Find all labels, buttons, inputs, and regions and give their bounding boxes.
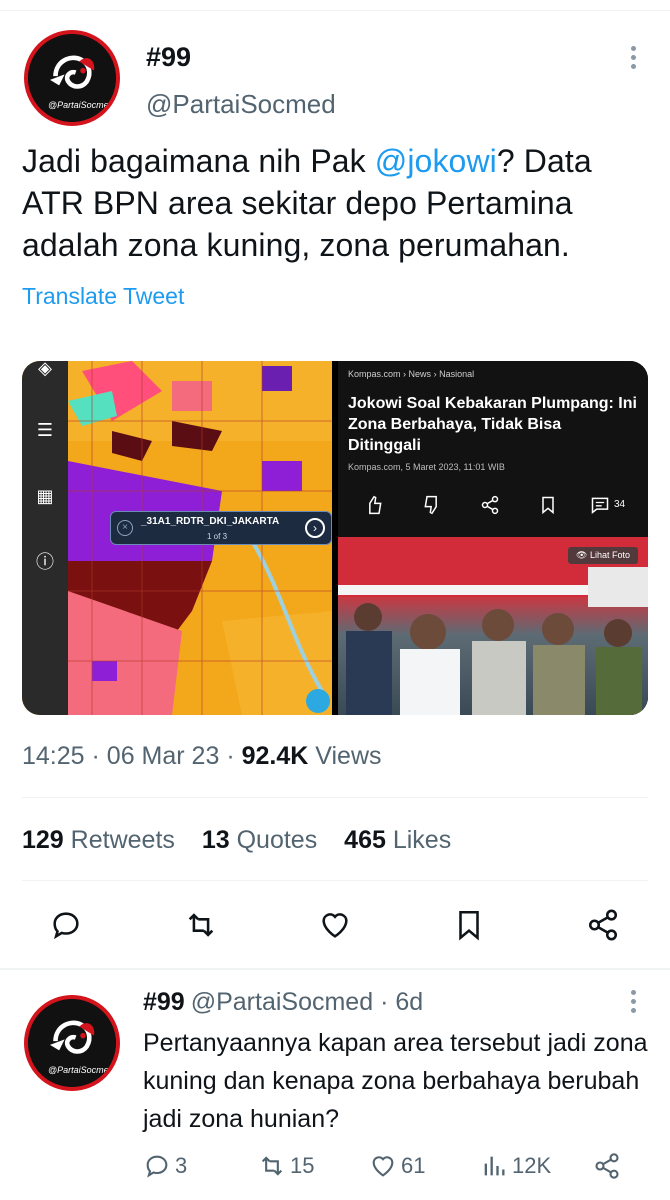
avatar[interactable]: @PartaiSocmed [24,30,120,126]
display-name[interactable]: #99 [146,42,191,73]
divider [22,797,648,798]
reply-reply-button[interactable]: 3 [143,1152,187,1180]
share-icon[interactable] [586,908,620,942]
section-divider [0,968,670,970]
tweet-meta: 14:25 · 06 Mar 23 · 92.4K Views [22,742,382,770]
views-label: Views [315,742,382,770]
comment-count: 34 [614,499,626,510]
username[interactable]: @PartaiSocmed [146,89,336,120]
retweets-label: Retweets [70,826,175,854]
grid-icon[interactable]: ▦ [34,485,56,507]
bookmark-icon[interactable] [538,495,558,515]
retweets-stat[interactable]: 129 Retweets [22,826,175,854]
view-photo-button[interactable]: 👁 Lihat Foto [568,547,638,564]
likes-label: Likes [392,826,452,854]
close-icon[interactable]: × [117,520,133,536]
retweets-count: 129 [22,826,64,854]
likes-count: 465 [344,826,386,854]
breadcrumb-item: Kompas.com [348,369,401,379]
layers-icon[interactable]: ◈ [34,361,56,379]
chevron-right-icon[interactable]: › [305,518,325,538]
map-image[interactable]: ◈ ☰ ▦ ⓘ × _31A1_RDTR_DKI_JAKARTA 1 of 3 … [22,361,332,715]
comment-icon[interactable] [590,495,610,515]
info-icon[interactable]: ⓘ [34,551,56,573]
divider [22,880,648,881]
retweet-count: 15 [290,1153,315,1178]
media-grid: ◈ ☰ ▦ ⓘ × _31A1_RDTR_DKI_JAKARTA 1 of 3 … [22,361,648,715]
quotes-stat[interactable]: 13 Quotes [202,826,317,854]
news-headline: Jokowi Soal Kebakaran Plumpang: Ini Zona… [348,395,637,454]
retweet-icon [261,1156,283,1176]
reply-like-button[interactable]: 61 [369,1152,425,1180]
thumbs-up-icon[interactable] [364,495,384,515]
quotes-count: 13 [201,826,230,854]
news-image[interactable]: Kompas.com › News › Nasional Jokowi Soal… [338,361,648,715]
reply-count: 3 [175,1153,188,1178]
mention-link[interactable]: @jokowi [375,143,497,179]
reply-avatar[interactable]: @PartaiSocmed [24,995,120,1091]
views-count: 92.4K [241,742,309,770]
quotes-label: Quotes [236,826,318,854]
reply-username[interactable]: @PartaiSocmed [191,988,373,1016]
reply-icon[interactable] [49,908,83,942]
reply-text: Pertanyaannya kapan area tersebut jadi z… [143,1029,648,1133]
more-icon[interactable] [626,46,640,74]
news-action-bar: 34 [338,491,648,521]
tweet-text-before: Jadi bagaimana nih Pak [22,143,375,179]
reply-header: #99 @PartaiSocmed · 6d [143,988,423,1017]
news-breadcrumb: Kompas.com › News › Nasional [348,369,475,379]
tweet-action-bar [0,900,670,950]
breadcrumb-item: Nasional [439,369,475,379]
thumbs-down-icon[interactable] [422,495,442,515]
likes-stat[interactable]: 465 Likes [344,826,451,854]
news-date: Kompas.com, 5 Maret 2023, 11:01 WIB [348,462,505,472]
like-count: 61 [401,1153,426,1178]
more-icon[interactable] [626,990,640,1018]
map-popup[interactable]: × _31A1_RDTR_DKI_JAKARTA 1 of 3 › [110,511,332,545]
list-icon[interactable]: ☰ [34,419,56,441]
view-photo-label: Lihat Foto [589,550,630,560]
avatar-caption: @PartaiSocmed [48,1065,114,1075]
map-popup-title: _31A1_RDTR_DKI_JAKARTA [141,516,280,527]
tweet-text: Jadi bagaimana nih Pak @jokowi? Data ATR… [22,140,652,266]
reply-age[interactable]: 6d [395,988,423,1016]
reply-views-button[interactable]: 12K [480,1152,551,1180]
share-icon [595,1153,619,1179]
reply-icon [146,1155,168,1178]
reply-action-bar: 3 15 61 12K [143,1152,663,1186]
map-toolbar: ◈ ☰ ▦ ⓘ [22,361,68,715]
tweet-time[interactable]: 14:25 [22,742,85,770]
reply-retweet-button[interactable]: 15 [258,1152,314,1180]
retweet-icon[interactable] [184,908,218,942]
top-divider [0,10,670,11]
news-photo: 👁 Lihat Foto [338,537,648,715]
like-icon[interactable] [318,908,352,942]
tweet-date[interactable]: 06 Mar 23 [107,742,220,770]
breadcrumb-item: News [408,369,432,379]
share-icon[interactable] [480,495,500,515]
bookmark-icon[interactable] [452,908,486,942]
engagement-stats: 129 Retweets 13 Quotes 465 Likes [22,826,471,855]
views-count: 12K [512,1153,552,1178]
reply-display-name[interactable]: #99 [143,988,185,1016]
translate-link[interactable]: Translate Tweet [22,283,184,310]
map-popup-page: 1 of 3 [207,532,228,541]
like-icon [372,1156,394,1177]
views-icon [484,1156,505,1176]
reply-share-button[interactable] [593,1152,621,1180]
reply-separator: · [380,988,389,1016]
avatar-caption: @PartaiSocmed [48,100,114,110]
